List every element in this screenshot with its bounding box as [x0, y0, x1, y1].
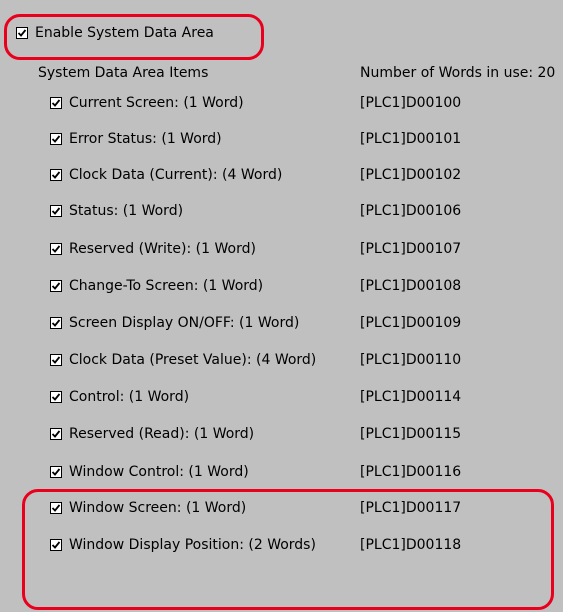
checkbox-checked-icon	[50, 169, 62, 181]
item-label: Control: (1 Word)	[69, 389, 190, 405]
checkbox-checked-icon	[50, 280, 62, 292]
item-checkbox-row[interactable]: Clock Data (Current): (4 Word)	[50, 164, 282, 186]
item-label: Status: (1 Word)	[69, 203, 184, 219]
item-address: [PLC1]D00115	[360, 426, 462, 442]
item-label: Window Display Position: (2 Words)	[69, 537, 316, 553]
item-checkbox-row[interactable]: Error Status: (1 Word)	[50, 128, 222, 150]
item-label: Reserved (Write): (1 Word)	[69, 241, 256, 257]
item-address: [PLC1]D00118	[360, 537, 462, 553]
item-label: Screen Display ON/OFF: (1 Word)	[69, 315, 300, 331]
enable-system-data-area-label: Enable System Data Area	[35, 25, 214, 41]
checkmark-icon	[51, 319, 61, 327]
item-checkbox-row[interactable]: Reserved (Read): (1 Word)	[50, 423, 254, 445]
checkbox-checked-icon	[50, 97, 62, 109]
checkmark-icon	[51, 356, 61, 364]
item-address: [PLC1]D00102	[360, 167, 462, 183]
item-label: Reserved (Read): (1 Word)	[69, 426, 255, 442]
checkbox-checked-icon	[50, 466, 62, 478]
item-label: Error Status: (1 Word)	[69, 131, 222, 147]
checkbox-checked-icon	[50, 539, 62, 551]
item-checkbox-row[interactable]: Current Screen: (1 Word)	[50, 92, 244, 114]
item-address: [PLC1]D00116	[360, 464, 462, 480]
item-checkbox-row[interactable]: Window Display Position: (2 Words)	[50, 534, 316, 556]
checkmark-icon	[51, 468, 61, 476]
item-checkbox-row[interactable]: Window Control: (1 Word)	[50, 461, 249, 483]
words-in-use-label: Number of Words in use: 20	[360, 65, 556, 81]
item-checkbox-row[interactable]: Status: (1 Word)	[50, 200, 183, 222]
system-data-area-panel: Enable System Data Area System Data Area…	[0, 0, 563, 612]
item-address: [PLC1]D00114	[360, 389, 462, 405]
checkmark-icon	[51, 171, 61, 179]
checkmark-icon	[51, 135, 61, 143]
checkbox-checked-icon	[50, 391, 62, 403]
checkmark-icon	[17, 29, 27, 37]
checkbox-checked-icon	[16, 27, 28, 39]
item-checkbox-row[interactable]: Window Screen: (1 Word)	[50, 497, 246, 519]
item-checkbox-row[interactable]: Clock Data (Preset Value): (4 Word)	[50, 349, 316, 371]
checkbox-checked-icon	[50, 205, 62, 217]
checkmark-icon	[51, 282, 61, 290]
item-checkbox-row[interactable]: Screen Display ON/OFF: (1 Word)	[50, 312, 299, 334]
item-label: Change-To Screen: (1 Word)	[69, 278, 264, 294]
checkbox-checked-icon	[50, 354, 62, 366]
item-address: [PLC1]D00100	[360, 95, 462, 111]
item-label: Current Screen: (1 Word)	[69, 95, 244, 111]
checkmark-icon	[51, 207, 61, 215]
item-label: Window Control: (1 Word)	[69, 464, 249, 480]
item-label: Clock Data (Current): (4 Word)	[69, 167, 283, 183]
item-checkbox-row[interactable]: Reserved (Write): (1 Word)	[50, 238, 256, 260]
checkbox-checked-icon	[50, 502, 62, 514]
checkbox-checked-icon	[50, 428, 62, 440]
enable-system-data-area-checkbox[interactable]: Enable System Data Area	[16, 22, 214, 44]
item-address: [PLC1]D00108	[360, 278, 462, 294]
item-label: Clock Data (Preset Value): (4 Word)	[69, 352, 317, 368]
item-address: [PLC1]D00117	[360, 500, 462, 516]
checkmark-icon	[51, 430, 61, 438]
items-header: System Data Area Items	[38, 62, 208, 84]
checkbox-checked-icon	[50, 133, 62, 145]
items-header-label: System Data Area Items	[38, 65, 209, 81]
item-address: [PLC1]D00101	[360, 131, 462, 147]
item-checkbox-row[interactable]: Control: (1 Word)	[50, 386, 189, 408]
checkbox-checked-icon	[50, 317, 62, 329]
checkmark-icon	[51, 393, 61, 401]
item-address: [PLC1]D00109	[360, 315, 462, 331]
checkmark-icon	[51, 541, 61, 549]
item-address: [PLC1]D00106	[360, 203, 462, 219]
item-checkbox-row[interactable]: Change-To Screen: (1 Word)	[50, 275, 263, 297]
item-address: [PLC1]D00107	[360, 241, 462, 257]
item-label: Window Screen: (1 Word)	[69, 500, 247, 516]
checkmark-icon	[51, 504, 61, 512]
checkbox-checked-icon	[50, 243, 62, 255]
checkmark-icon	[51, 99, 61, 107]
checkmark-icon	[51, 245, 61, 253]
item-address: [PLC1]D00110	[360, 352, 462, 368]
